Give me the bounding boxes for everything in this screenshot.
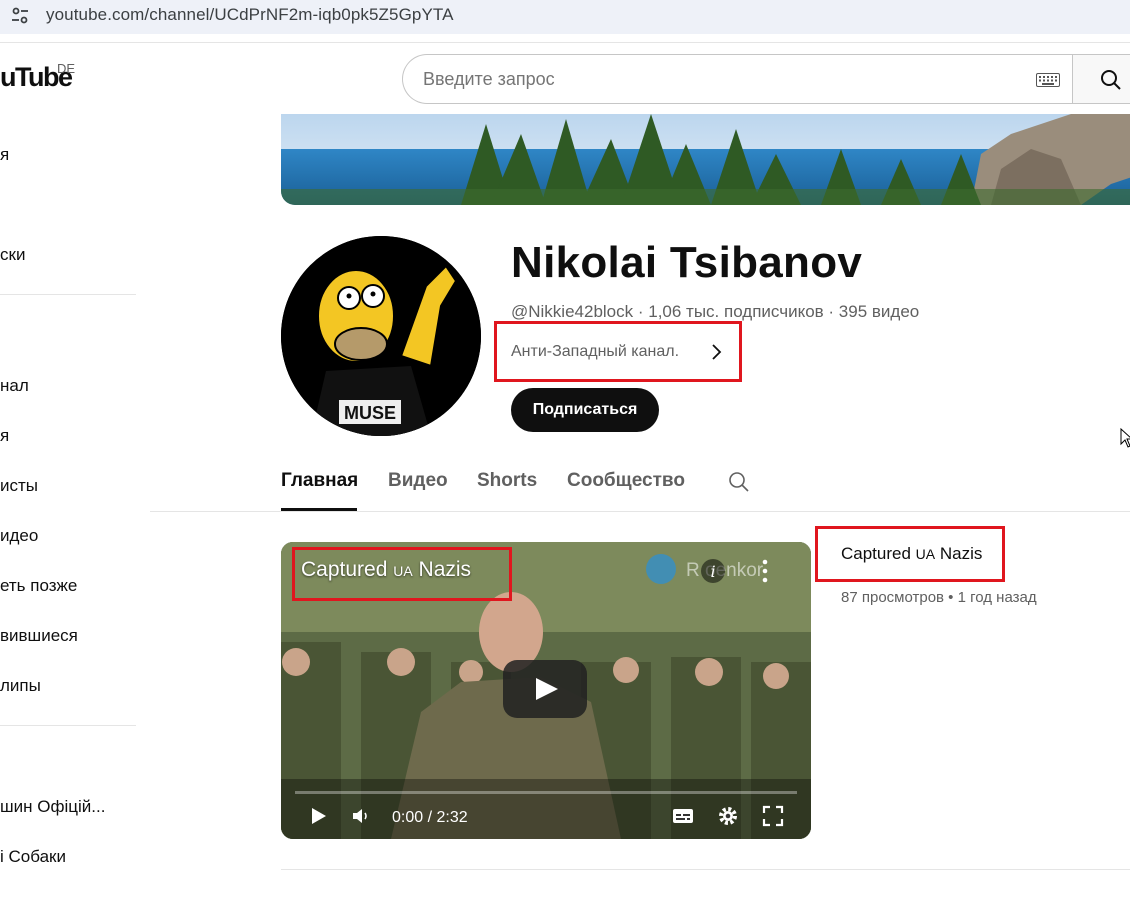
chevron-right-icon[interactable] <box>709 343 725 361</box>
featured-video-title[interactable]: Captured UA Nazis <box>841 544 982 564</box>
sidebar-item[interactable]: нал <box>0 376 29 396</box>
url-text[interactable]: youtube.com/channel/UCdPrNF2m-iqb0pk5Z5G… <box>46 5 454 25</box>
fullscreen-icon[interactable] <box>761 804 785 828</box>
play-button[interactable] <box>503 660 587 718</box>
volume-icon[interactable] <box>349 804 373 828</box>
subscribe-button[interactable]: Подписаться <box>511 388 659 432</box>
play-icon[interactable] <box>306 804 330 828</box>
svg-text:MUSE: MUSE <box>344 403 396 423</box>
search-button[interactable] <box>1072 54 1130 104</box>
search-icon <box>1101 70 1121 90</box>
channel-name: Nikolai Tsibanov <box>511 238 863 287</box>
address-bar[interactable]: youtube.com/channel/UCdPrNF2m-iqb0pk5Z5G… <box>0 0 1130 34</box>
sidebar-subscription[interactable]: і Собаки <box>0 847 66 867</box>
sidebar-item[interactable]: еть позже <box>0 576 77 596</box>
settings-gear-icon[interactable] <box>716 804 740 828</box>
sidebar-item[interactable]: липы <box>0 676 41 696</box>
featured-video-stats: 87 просмотров • 1 год назад <box>841 589 1037 606</box>
subtitles-icon[interactable] <box>671 804 695 828</box>
sidebar-item[interactable]: идео <box>0 526 38 546</box>
divider <box>0 42 1130 43</box>
channel-avatar[interactable]: MUSE <box>281 236 481 436</box>
keyboard-icon[interactable] <box>1036 73 1060 87</box>
mouse-cursor-icon <box>1120 428 1130 448</box>
sidebar-divider <box>0 725 136 726</box>
sidebar-subscription[interactable]: шин Офіцій... <box>0 797 105 817</box>
tab-shorts[interactable]: Shorts <box>477 470 537 492</box>
svg-text:i: i <box>710 562 715 581</box>
channel-meta[interactable]: @Nikkie42block · 1,06 тыс. подписчиков ·… <box>511 302 919 322</box>
search-placeholder: Введите запрос <box>423 69 555 89</box>
play-icon <box>536 678 558 700</box>
country-code: DE <box>57 61 76 76</box>
highlight-box <box>292 547 512 601</box>
sidebar-item[interactable]: я <box>0 426 9 446</box>
channel-search-icon[interactable] <box>727 470 751 494</box>
sidebar-item[interactable]: ски <box>0 245 25 265</box>
channel-banner <box>281 114 1130 205</box>
tab-videos[interactable]: Видео <box>388 470 448 492</box>
search-input[interactable]: Введите запрос <box>402 54 1074 104</box>
video-time: 0:00 / 2:32 <box>392 809 468 826</box>
sidebar-item[interactable]: я <box>0 145 9 165</box>
progress-bar[interactable] <box>295 791 797 794</box>
channel-description[interactable]: Анти-Западный канал. <box>511 343 679 361</box>
divider <box>281 869 1130 870</box>
tab-home[interactable]: Главная <box>281 470 358 492</box>
sidebar-item[interactable]: вившиеся <box>0 626 78 646</box>
site-settings-icon[interactable] <box>10 6 30 26</box>
sidebar-item[interactable]: исты <box>0 476 38 496</box>
divider <box>150 511 1130 512</box>
tab-community[interactable]: Сообщество <box>567 470 685 492</box>
sidebar-divider <box>0 294 136 295</box>
